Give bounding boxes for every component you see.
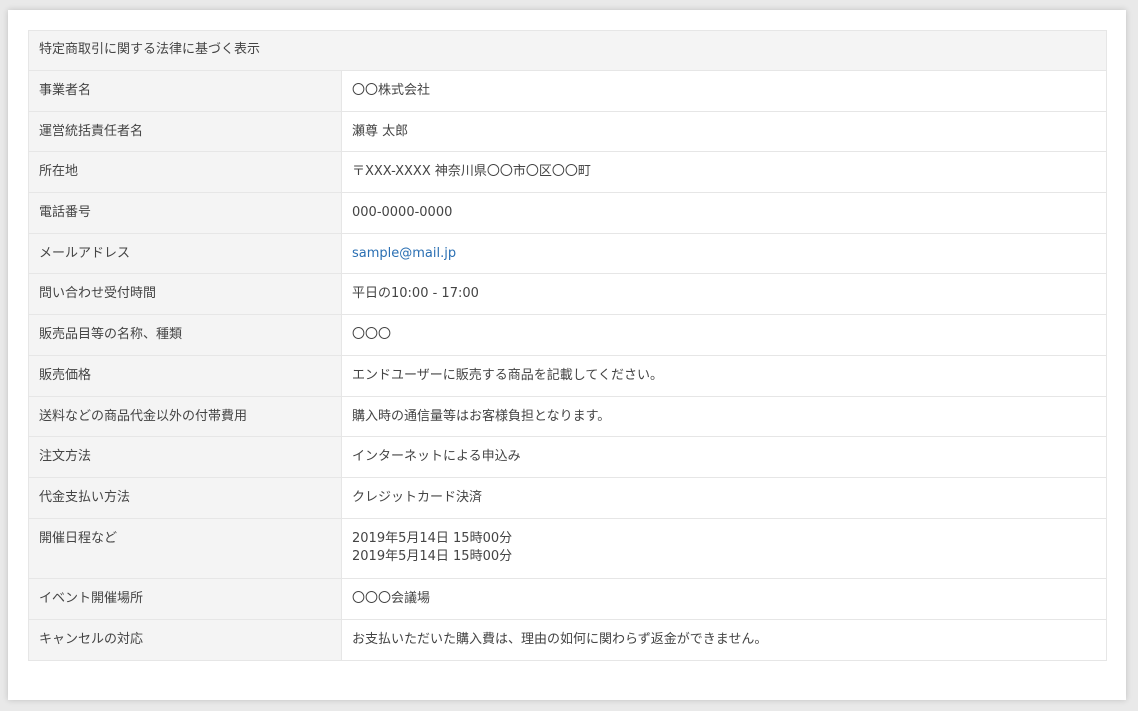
row-label: 販売品目等の名称、種類 xyxy=(29,315,342,355)
table-row-email: メールアドレス sample@mail.jp xyxy=(29,233,1106,275)
row-label: 事業者名 xyxy=(29,71,342,111)
row-value: お支払いただいた購入費は、理由の如何に関わらず返金ができません。 xyxy=(352,631,768,647)
table-row-manager-name: 運営統括責任者名 瀬尊 太郎 xyxy=(29,111,1106,153)
table-row-phone: 電話番号 000-0000-0000 xyxy=(29,193,1106,234)
row-value: インターネットによる申込み xyxy=(352,449,521,465)
table-heading: 特定商取引に関する法律に基づく表示 xyxy=(29,31,1106,71)
row-label: イベント開催場所 xyxy=(29,579,342,619)
table-row-venue: イベント開催場所 〇〇〇会議場 xyxy=(29,579,1106,620)
table-row-inquiry-hours: 問い合わせ受付時間 平日の10:00 - 17:00 xyxy=(29,274,1106,316)
table-row-product-name: 販売品目等の名称、種類 〇〇〇 xyxy=(29,315,1106,356)
row-value: 000-0000-0000 xyxy=(352,205,453,221)
row-label: 開催日程など xyxy=(29,518,342,579)
schedule-line: 2019年5月14日 15時00分 xyxy=(352,530,513,546)
table-row-address: 所在地 〒XXX-XXXX 神奈川県〇〇市〇区〇〇町 xyxy=(29,152,1106,194)
row-label: 送料などの商品代金以外の付帯費用 xyxy=(29,396,342,437)
email-link[interactable]: sample@mail.jp xyxy=(352,246,456,261)
table-row-business-name: 事業者名 〇〇株式会社 xyxy=(29,71,1106,112)
row-value-cell: sample@mail.jp xyxy=(342,234,1106,274)
content-card: 特定商取引に関する法律に基づく表示 事業者名 〇〇株式会社 運営統括責任者名 瀬… xyxy=(8,10,1126,700)
row-label: 販売価格 xyxy=(29,355,342,396)
table-row-cancellation: キャンセルの対応 お支払いただいた購入費は、理由の如何に関わらず返金ができません… xyxy=(29,619,1106,661)
row-value: 〒XXX-XXXX 神奈川県〇〇市〇区〇〇町 xyxy=(352,164,591,180)
row-label: 問い合わせ受付時間 xyxy=(29,274,342,315)
schedule-line: 2019年5月14日 15時00分 xyxy=(352,548,513,564)
row-label: 運営統括責任者名 xyxy=(29,111,342,152)
row-value: 平日の10:00 - 17:00 xyxy=(352,286,479,302)
row-label: メールアドレス xyxy=(29,233,342,274)
table-row-payment-method: 代金支払い方法 クレジットカード決済 xyxy=(29,477,1106,519)
row-label: 所在地 xyxy=(29,152,342,193)
commerce-disclosure-table: 特定商取引に関する法律に基づく表示 事業者名 〇〇株式会社 運営統括責任者名 瀬… xyxy=(28,30,1107,661)
table-row-schedule: 開催日程など 2019年5月14日 15時00分 2019年5月14日 15時0… xyxy=(29,518,1106,580)
row-label: キャンセルの対応 xyxy=(29,619,342,660)
row-label: 注文方法 xyxy=(29,437,342,477)
row-label: 電話番号 xyxy=(29,193,342,233)
row-value: 〇〇〇 xyxy=(352,327,392,343)
table-row-price: 販売価格 エンドユーザーに販売する商品を記載してください。 xyxy=(29,355,1106,397)
row-value: クレジットカード決済 xyxy=(352,489,483,505)
table-row-additional-fees: 送料などの商品代金以外の付帯費用 購入時の通信量等はお客様負担となります。 xyxy=(29,396,1106,438)
row-value: 購入時の通信量等はお客様負担となります。 xyxy=(352,408,611,424)
row-label: 代金支払い方法 xyxy=(29,477,342,518)
row-value: エンドユーザーに販売する商品を記載してください。 xyxy=(352,367,663,383)
table-row-order-method: 注文方法 インターネットによる申込み xyxy=(29,437,1106,478)
row-value: 〇〇〇会議場 xyxy=(352,591,431,607)
row-value: 〇〇株式会社 xyxy=(352,83,431,98)
row-value: 瀬尊 太郎 xyxy=(352,123,409,139)
row-value-cell: 2019年5月14日 15時00分 2019年5月14日 15時00分 xyxy=(342,519,1106,579)
